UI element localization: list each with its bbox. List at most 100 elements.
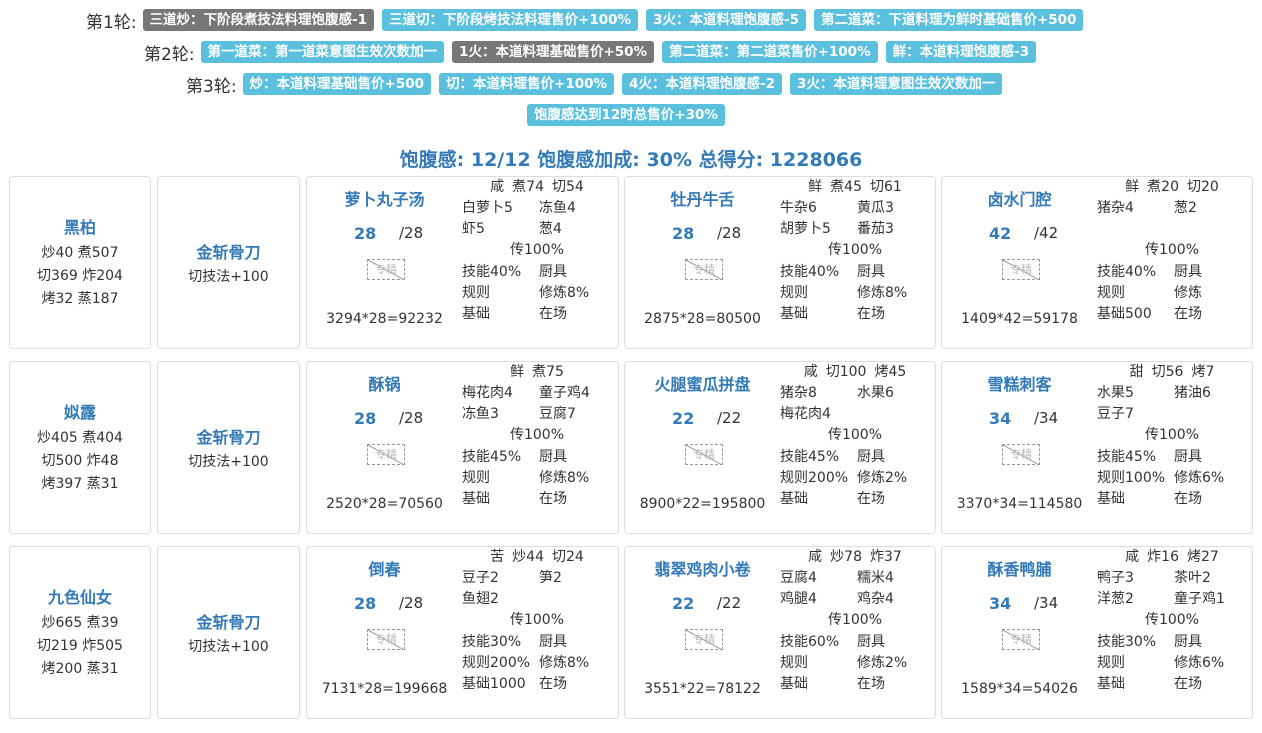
bonus-stat: 技能30%	[462, 634, 522, 650]
dish-name[interactable]: 牡丹牛舌	[625, 186, 780, 210]
dish-quantity[interactable]: 22	[672, 409, 694, 428]
dish-name[interactable]: 酥锅	[307, 371, 462, 395]
bonus-stat: 在场	[1174, 491, 1202, 507]
flavor-skill: 煮45	[830, 179, 862, 195]
equipment-name[interactable]: 金斩骨刀	[196, 424, 260, 448]
flavor-skill: 煮74	[512, 179, 544, 195]
bonus-stat: 技能60%	[780, 634, 840, 650]
dish-name[interactable]: 翡翠鸡肉小卷	[625, 556, 780, 580]
round-effect-tag: 切：本道料理售价+100%	[439, 73, 615, 95]
dish-name[interactable]: 倒春	[307, 556, 462, 580]
dish-flavor-skills: 苦炒44 切24	[462, 547, 612, 568]
dish-quantity[interactable]: 22	[672, 594, 694, 613]
image-placeholder-text: 专精	[693, 448, 715, 461]
round-label: 第3轮:	[186, 76, 237, 97]
dish-summary: 卤水门腔 42/42 专精 1409*42=59178	[942, 177, 1097, 348]
ingredient: 番茄3	[857, 221, 894, 237]
flavor-skill: 切54	[552, 179, 584, 195]
dish-name[interactable]: 酥香鸭脯	[942, 556, 1097, 580]
dish-price-calc: 7131*28=199668	[321, 681, 448, 697]
bonus-stat: 基础	[462, 306, 490, 322]
ingredient: 胡萝卜5	[780, 221, 831, 237]
dish-max-quantity: /34	[1034, 594, 1059, 612]
dish-quantity[interactable]: 42	[989, 224, 1011, 243]
ingredient: 水果6	[857, 385, 894, 401]
bonus-stat: 技能40%	[462, 264, 522, 280]
dish-details: 鲜煮75 梅花肉4 童子鸡4 冻鱼3 豆腐7 传100% 技能45% 厨具 规则 修炼8% 基础 在场	[462, 362, 618, 533]
chef-name[interactable]: 姒露	[64, 399, 96, 423]
dish-flavor-skills: 咸煮74 切54	[462, 177, 612, 198]
equipment-name[interactable]: 金斩骨刀	[196, 239, 260, 263]
chef-skill-line: 炒665 煮39	[41, 615, 119, 631]
dish-quantity[interactable]: 34	[989, 594, 1011, 613]
dish-price-calc: 3551*22=78122	[644, 681, 761, 697]
dish-card: 酥香鸭脯 34/34 专精 1589*34=54026 咸炸16 烤27 鸭子3 茶叶2 洋葱2…	[941, 546, 1253, 719]
flavor-skill: 切20	[1187, 179, 1219, 195]
ingredient: 猪杂4	[1097, 200, 1134, 216]
ingredient: 鸡杂4	[857, 591, 894, 607]
equipment-name[interactable]: 金斩骨刀	[196, 609, 260, 633]
bonus-stat: 规则	[462, 470, 490, 486]
legend-bonus: 传100%	[1144, 427, 1200, 443]
bonus-stat: 厨具	[1174, 634, 1202, 650]
ingredient: 糯米4	[857, 570, 894, 586]
bonus-stat: 厨具	[539, 264, 567, 280]
round-effect-tag: 第二道菜：下道料理为鲜时基础售价+500	[813, 9, 1084, 31]
dish-details: 咸煮74 切54 白萝卜5 冻鱼4 虾5 葱4 传100% 技能40% 厨具 规则 修炼8% 基础 在场	[462, 177, 618, 348]
dish-name[interactable]: 卤水门腔	[942, 186, 1097, 210]
bonus-stat: 修炼8%	[539, 655, 590, 671]
equipment-card: 金斩骨刀 切技法+100	[157, 546, 300, 719]
ingredient: 葱4	[539, 221, 562, 237]
round-effect-tag: 炒：本道料理基础售价+500	[242, 73, 432, 95]
dish-quantity[interactable]: 28	[354, 409, 376, 428]
bonus-stat: 修炼8%	[539, 285, 590, 301]
chef-card: 九色仙女 炒665 煮39 切219 炸505 烤200 蒸31	[9, 546, 151, 719]
chef-name[interactable]: 九色仙女	[48, 584, 112, 608]
dish-quantity[interactable]: 28	[354, 594, 376, 613]
dish-quantity[interactable]: 34	[989, 409, 1011, 428]
ingredient: 鸭子3	[1097, 570, 1134, 586]
bonus-stat: 基础500	[1097, 306, 1152, 322]
dish-name[interactable]: 萝卜丸子汤	[307, 186, 462, 210]
dish-flavor-skills: 咸炸16 烤27	[1097, 547, 1247, 568]
bonus-stat: 厨具	[1174, 264, 1202, 280]
legend-bonus: 传100%	[509, 427, 565, 443]
flavor-skill: 鲜	[808, 179, 823, 195]
image-placeholder-text: 专精	[1010, 448, 1032, 461]
bonus-stat: 修炼8%	[539, 470, 590, 486]
chef-skill-line: 切219 炸505	[37, 638, 123, 654]
dish-details: 甜切56 烤7 水果5 猪油6 豆子7 传100% 技能45% 厨具 规则100% 修炼6% 基础 在…	[1097, 362, 1252, 533]
bonus-stat: 基础	[1097, 676, 1125, 692]
dish-name[interactable]: 火腿蜜瓜拼盘	[625, 371, 780, 395]
dish-flavor-skills: 鲜煮45 切61	[780, 177, 930, 198]
dish-price-calc: 1589*34=54026	[961, 681, 1078, 697]
dish-summary: 萝卜丸子汤 28/28 专精 3294*28=92232	[307, 177, 462, 348]
chef-name[interactable]: 黑柏	[64, 214, 96, 238]
dish-quantity[interactable]: 28	[354, 224, 376, 243]
dish-price-calc: 2520*28=70560	[326, 496, 443, 512]
bonus-stat: 在场	[1174, 676, 1202, 692]
bonus-stat: 在场	[857, 306, 885, 322]
bonus-stat: 基础	[462, 491, 490, 507]
dish-name[interactable]: 雪糕刺客	[942, 371, 1097, 395]
bonus-stat: 修炼8%	[857, 285, 908, 301]
equipment-card: 金斩骨刀 切技法+100	[157, 361, 300, 534]
bonus-stat: 厨具	[857, 449, 885, 465]
flavor-skill: 苦	[490, 549, 505, 565]
dish-max-quantity: /28	[717, 224, 742, 242]
flavor-skill: 炒44	[512, 549, 544, 565]
dish-quantity[interactable]: 28	[672, 224, 694, 243]
dish-card: 牡丹牛舌 28/28 专精 2875*28=80500 鲜煮45 切61 牛杂6 黄瓜3 胡萝卜…	[624, 176, 936, 349]
dish-flavor-skills: 咸炒78 炸37	[780, 547, 930, 568]
bonus-stat: 厨具	[857, 634, 885, 650]
legend-bonus: 传100%	[1144, 612, 1200, 628]
dish-max-quantity: /22	[717, 409, 742, 427]
ingredient: 鱼翅2	[462, 591, 499, 607]
ingredient: 猪杂8	[780, 385, 817, 401]
ingredient: 水果5	[1097, 385, 1134, 401]
image-placeholder-text: 专精	[693, 633, 715, 646]
bonus-stat: 规则	[780, 655, 808, 671]
ingredient: 梅花肉4	[780, 406, 831, 422]
dish-card: 雪糕刺客 34/34 专精 3370*34=114580 甜切56 烤7 水果5 猪油6 豆子7…	[941, 361, 1253, 534]
bonus-stat: 规则	[1097, 655, 1125, 671]
